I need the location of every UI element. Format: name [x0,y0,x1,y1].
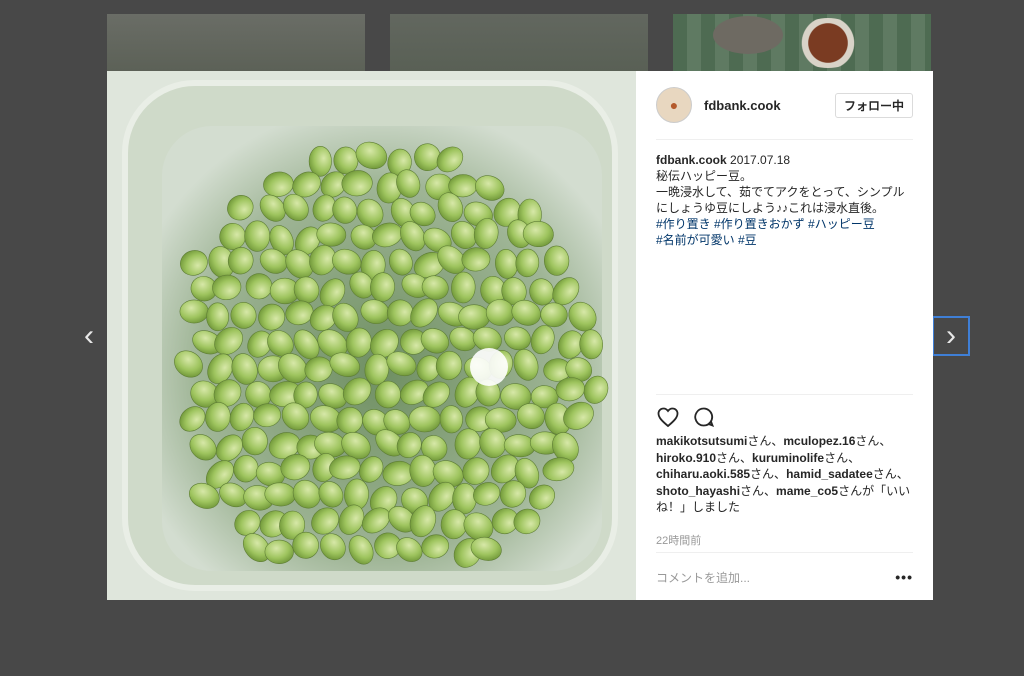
bean [374,380,401,409]
post-sidebar: ● fdbank.cook フォロー中 fdbank.cook 2017.07.… [636,71,933,600]
bean [244,220,271,252]
post-header: ● fdbank.cook フォロー中 [656,71,913,140]
bean [408,405,441,433]
beans-photo [107,71,636,600]
post-caption: fdbank.cook 2017.07.18 秘伝ハッピー豆。 一晩浸水して、茹… [656,152,914,248]
likes-separator: さん、 [716,450,753,465]
hashtags-line1[interactable]: #作り置き #作り置きおかず #ハッピー豆 [656,216,914,232]
likes-separator: さん、 [740,483,777,498]
like-user[interactable]: chiharu.aoki.585 [656,467,750,481]
more-options-icon[interactable]: ••• [895,569,913,585]
bean [308,146,332,177]
bean [179,299,209,324]
bean [458,304,490,330]
comment-icon[interactable] [692,405,716,429]
likes-text: makikotsutsumiさん、mculopez.16さん、hiroko.91… [656,433,914,516]
header-username[interactable]: fdbank.cook [704,98,781,113]
post-photo[interactable] [107,71,636,600]
caption-date: 2017.07.18 [730,153,791,167]
follow-button[interactable]: フォロー中 [834,92,913,118]
likes-separator: さん、 [747,434,784,448]
prev-arrow-icon[interactable]: ‹ [70,316,108,356]
background-thumbnail[interactable] [673,14,931,71]
like-user[interactable]: mame_co5 [776,484,838,498]
post-modal: ● fdbank.cook フォロー中 fdbank.cook 2017.07.… [107,71,933,600]
like-user[interactable]: shoto_hayashi [656,484,740,498]
like-user[interactable]: hiroko.910 [656,451,716,465]
hashtags-line2[interactable]: #名前が可愛い #豆 [656,232,914,248]
thumbnail-image [713,16,783,54]
like-user[interactable]: kuruminolife [752,451,824,465]
comment-input[interactable]: コメントを追加... [656,569,750,586]
background-thumbnail[interactable] [107,14,365,71]
thumbnail-image [793,18,863,68]
background-thumbnail[interactable] [390,14,648,71]
like-user[interactable]: mculopez.16 [783,434,855,448]
likes-separator: さん、 [824,450,861,465]
bean [245,273,273,300]
likes-separator: さん、 [855,434,892,448]
heart-icon[interactable] [656,405,680,429]
like-user[interactable]: hamid_sadatee [786,467,873,481]
post-actions [656,394,913,431]
comment-bar: コメントを追加... ••• [656,552,913,601]
caption-username[interactable]: fdbank.cook [656,153,727,167]
likes-separator: さん、 [750,467,787,481]
avatar-icon[interactable]: ● [656,87,692,123]
next-arrow-icon[interactable]: › [932,316,970,356]
caption-line1: 秘伝ハッピー豆。 [656,169,753,183]
like-user[interactable]: makikotsutsumi [656,434,747,448]
bean [206,302,230,332]
caption-line2: 一晩浸水して、茹でてアクをとって、シンプルにしょうゆ豆にしよう♪♪これは浸水直後… [656,185,905,215]
post-timestamp[interactable]: 22時間前 [656,532,701,548]
bean [264,539,294,565]
likes-separator: さん、 [872,467,909,481]
likes-separator: さん [838,483,863,498]
